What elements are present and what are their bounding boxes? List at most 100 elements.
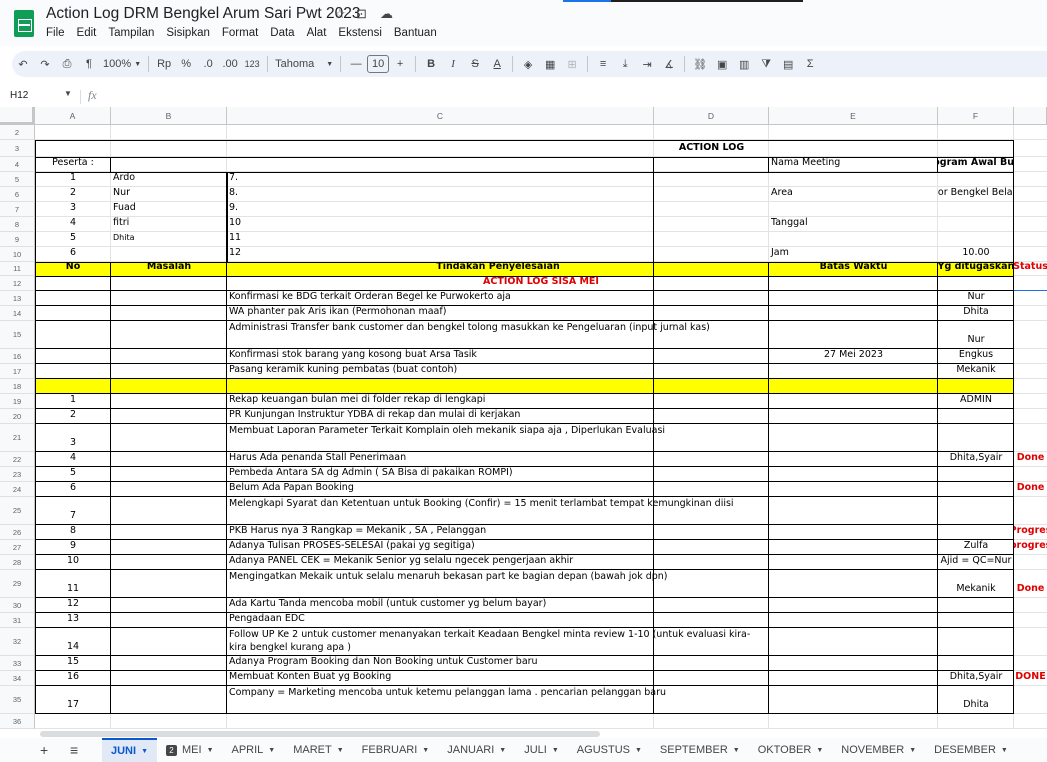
insert-link-icon[interactable]: ⛓ <box>689 53 711 75</box>
sheet-title[interactable]: ACTION LOG <box>654 140 769 156</box>
row-header[interactable]: 30 <box>0 598 35 613</box>
task-status[interactable]: Progres <box>1014 525 1047 539</box>
paint-format-icon[interactable]: ¶ <box>78 53 100 75</box>
row-header[interactable]: 21 <box>0 424 35 452</box>
header-batas-waktu[interactable]: Batas Waktu <box>769 262 938 275</box>
task-deadline[interactable] <box>769 540 938 554</box>
task-assignee[interactable]: Nur <box>938 291 1014 305</box>
task-deadline[interactable] <box>769 656 938 670</box>
task-action[interactable]: Mengingatkan Mekaik untuk selalu menaruh… <box>227 570 769 597</box>
task-number[interactable]: 10 <box>35 555 111 569</box>
row-header[interactable]: 8 <box>0 217 35 232</box>
task-number[interactable]: 11 <box>35 570 111 597</box>
row-header[interactable]: 20 <box>0 409 35 424</box>
task-deadline[interactable] <box>769 570 938 597</box>
task-status[interactable] <box>1014 555 1047 569</box>
participant-slot[interactable]: 10 <box>227 217 654 231</box>
font-select[interactable]: Tahoma ▼ <box>272 53 336 75</box>
text-rotation-icon[interactable]: ∡ <box>658 53 680 75</box>
row-header[interactable]: 18 <box>0 379 35 394</box>
task-deadline[interactable] <box>769 497 938 524</box>
header-no[interactable]: No <box>35 262 111 275</box>
task-action[interactable]: Konfirmasi stok barang yang kosong buat … <box>227 349 769 363</box>
chevron-down-icon[interactable]: ▼ <box>268 747 275 754</box>
participant-name[interactable]: Nur <box>111 187 227 201</box>
chevron-down-icon[interactable]: ▼ <box>909 747 916 754</box>
participant-slot[interactable]: 7. <box>227 172 654 186</box>
task-action[interactable]: Pembeda Antara SA dg Admin ( SA Bisa di … <box>227 467 769 481</box>
menu-format[interactable]: Format <box>222 27 258 39</box>
row-header[interactable]: 17 <box>0 364 35 379</box>
percent-format-button[interactable]: % <box>175 53 197 75</box>
task-assignee[interactable]: Dhita <box>938 306 1014 320</box>
column-header-f[interactable]: F <box>938 107 1014 125</box>
row-header[interactable]: 6 <box>0 187 35 202</box>
currency-format-button[interactable]: Rp <box>153 53 175 75</box>
task-number[interactable]: 3 <box>35 424 111 451</box>
task-assignee[interactable]: Nur <box>938 321 1014 348</box>
task-action[interactable]: Pasang keramik kuning pembatas (buat con… <box>227 364 769 378</box>
task-status[interactable]: Done <box>1014 452 1047 466</box>
task-deadline[interactable] <box>769 613 938 627</box>
task-deadline[interactable] <box>769 291 938 305</box>
row-header[interactable]: 15 <box>0 321 35 349</box>
task-status[interactable] <box>1014 364 1047 378</box>
sheet-tab-februari[interactable]: FEBRUARI ▼ <box>353 738 439 762</box>
text-color-button[interactable]: A <box>486 53 508 75</box>
row-header[interactable]: 2 <box>0 125 35 140</box>
task-status[interactable] <box>1014 497 1047 524</box>
chevron-down-icon[interactable]: ▼ <box>422 747 429 754</box>
fill-color-icon[interactable]: ◈ <box>517 53 539 75</box>
participant-name[interactable]: Fuad <box>111 202 227 216</box>
task-action[interactable]: PR Kunjungan Instruktur YDBA di rekap da… <box>227 409 769 423</box>
task-assignee[interactable]: Engkus <box>938 349 1014 363</box>
task-action[interactable]: Harus Ada penanda Stall Penerimaan <box>227 452 769 466</box>
print-icon[interactable]: ⎙ <box>56 53 78 75</box>
participant-number[interactable]: 2 <box>35 187 111 201</box>
task-action[interactable]: Adanya Tulisan PROSES-SELESAI (pakai yg … <box>227 540 769 554</box>
menu-help[interactable]: Bantuan <box>394 27 437 39</box>
row-header[interactable]: 26 <box>0 525 35 540</box>
task-action[interactable]: Adanya Program Booking dan Non Booking u… <box>227 656 769 670</box>
task-deadline[interactable] <box>769 394 938 408</box>
insert-comment-icon[interactable]: ▣ <box>711 53 733 75</box>
task-action[interactable]: Administrasi Transfer bank customer dan … <box>227 321 769 348</box>
row-header[interactable]: 36 <box>0 714 35 729</box>
italic-button[interactable]: I <box>442 53 464 75</box>
column-header-b[interactable]: B <box>111 107 227 125</box>
chevron-down-icon[interactable]: ▼ <box>499 747 506 754</box>
column-header-extra[interactable] <box>1014 107 1047 125</box>
header-masalah[interactable]: Masalah <box>111 262 227 275</box>
task-status[interactable] <box>1014 656 1047 670</box>
task-status[interactable] <box>1014 321 1047 348</box>
task-number[interactable]: 12 <box>35 598 111 612</box>
task-number[interactable] <box>35 321 111 348</box>
task-number[interactable]: 2 <box>35 409 111 423</box>
filter-icon[interactable]: ⧩ <box>755 53 777 75</box>
text-wrap-icon[interactable]: ⇥ <box>636 53 658 75</box>
task-status[interactable] <box>1014 598 1047 612</box>
time-label[interactable]: Jam <box>769 247 938 261</box>
task-assignee[interactable] <box>938 497 1014 524</box>
row-header[interactable]: 24 <box>0 482 35 497</box>
task-number[interactable]: 7 <box>35 497 111 524</box>
task-assignee[interactable]: Mekanik <box>938 364 1014 378</box>
task-number[interactable]: 1 <box>35 394 111 408</box>
header-tindakan[interactable]: Tindakan Penyelesaian <box>227 262 769 275</box>
row-header[interactable]: 25 <box>0 497 35 525</box>
row-header[interactable]: 3 <box>0 140 35 157</box>
participant-name[interactable]: Dhita <box>111 232 227 246</box>
header-status[interactable]: Status <box>1014 262 1047 275</box>
task-action[interactable]: PKB Harus nya 3 Rangkap = Mekanik , SA ,… <box>227 525 769 539</box>
row-header[interactable]: 12 <box>0 276 35 291</box>
row-header[interactable]: 14 <box>0 306 35 321</box>
task-action[interactable]: Adanya PANEL CEK = Mekanik Senior yg sel… <box>227 555 769 569</box>
task-deadline[interactable] <box>769 306 938 320</box>
task-status[interactable] <box>1014 613 1047 627</box>
task-assignee[interactable]: Dhita <box>938 686 1014 713</box>
meeting-name-label[interactable]: Nama Meeting <box>769 157 938 171</box>
row-header[interactable]: 10 <box>0 247 35 262</box>
task-status[interactable] <box>1014 409 1047 423</box>
task-assignee[interactable] <box>938 613 1014 627</box>
task-action[interactable]: Belum Ada Papan Booking <box>227 482 769 496</box>
